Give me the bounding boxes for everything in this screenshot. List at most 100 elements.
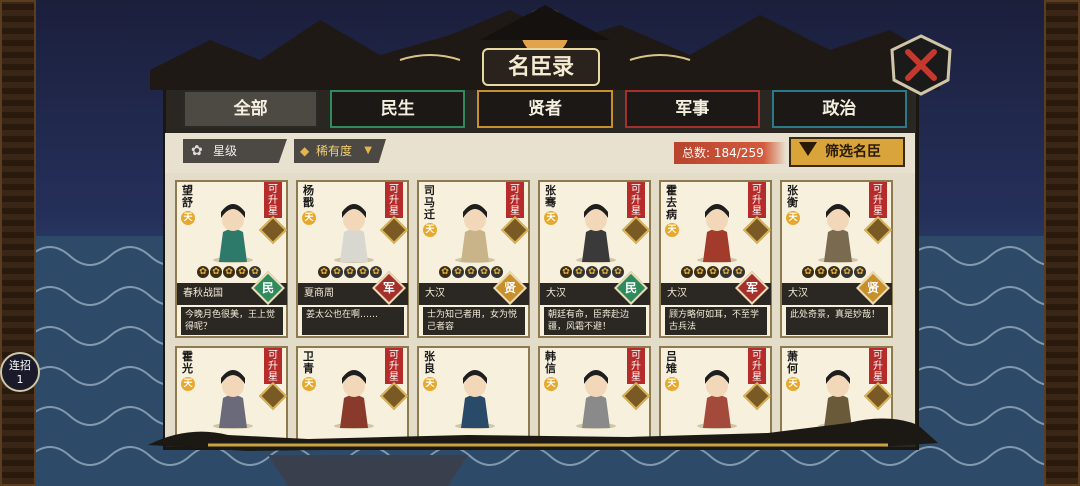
category-label: 民 (261, 281, 274, 295)
tier-badge: 天 (423, 223, 437, 237)
star-icon: ✿ (357, 266, 369, 278)
tab-military[interactable]: 军事 (624, 90, 760, 128)
star-icon: ✿ (854, 266, 866, 278)
tier-badge: 天 (302, 377, 316, 391)
minister-name: 卫青 (303, 350, 314, 375)
star-icon: ✿ (478, 266, 490, 278)
star-icon: ✿ (210, 266, 222, 278)
star-icon: ✿ (439, 266, 451, 278)
minister-quote: 今晚月色很美，王上觉得呢？ (181, 307, 283, 335)
upgradable-star-tag: 可升星 (869, 348, 887, 384)
filter-ministers-button[interactable]: 筛选名臣 (789, 137, 905, 167)
tier-badge: 天 (302, 211, 316, 225)
star-icon: ✿ (586, 266, 598, 278)
minister-name: 萧何 (787, 350, 798, 375)
tier-badge: 天 (665, 377, 679, 391)
minister-card[interactable]: 张衡天 可升星 ✿ ✿ ✿ ✿ ✿ 大汉贤此处奇景，真是妙哉！ (780, 180, 893, 338)
minister-card[interactable]: 司马迁天 可升星 ✿ ✿ ✿ ✿ ✿ 大汉贤士为知己者用，女为悦己者容 (417, 180, 530, 338)
star-icon: ✿ (841, 266, 853, 278)
tier-badge: 天 (544, 211, 558, 225)
rank-emblem-icon (379, 215, 409, 245)
category-tabs: 全部 民生 贤者 军事 政治 (183, 90, 908, 130)
flower-icon: ✿ (191, 143, 203, 159)
star-icon: ✿ (599, 266, 611, 278)
minister-quote: 姜太公也在啊…… (302, 307, 404, 335)
minister-quote: 朝廷有命，臣奔赴边疆，风霜不避！ (544, 307, 646, 335)
star-icon: ✿ (491, 266, 503, 278)
tab-sage[interactable]: 贤者 (477, 90, 613, 128)
floating-island-decoration (148, 418, 938, 486)
upgradable-star-tag: 可升星 (748, 182, 766, 218)
tab-livelihood[interactable]: 民生 (330, 90, 466, 128)
minister-name: 吕雉 (666, 350, 677, 375)
left-border-frame (0, 0, 36, 486)
minister-name: 张良 (424, 350, 435, 375)
tier-badge: 天 (544, 377, 558, 391)
star-icon: ✿ (573, 266, 585, 278)
upgradable-star-tag: 可升星 (385, 348, 403, 384)
star-icon: ✿ (681, 266, 693, 278)
star-icon: ✿ (707, 266, 719, 278)
category-label: 贤 (503, 281, 516, 295)
minister-card[interactable]: 霍去病天 可升星 ✿ ✿ ✿ ✿ ✿ 大汉军顾方略何如耳，不至学古兵法 (659, 180, 772, 338)
minister-card[interactable]: 望舒天 可升星 ✿ ✿ ✿ ✿ ✿ 春秋战国民今晚月色很美，王上觉得呢？ (175, 180, 288, 338)
rarity-filter-dropdown[interactable]: ◆ 稀有度 ▼ (294, 139, 386, 163)
star-icon: ✿ (815, 266, 827, 278)
star-icon: ✿ (802, 266, 814, 278)
minister-name: 韩信 (545, 350, 556, 375)
close-button[interactable] (888, 34, 954, 96)
tier-badge: 天 (786, 211, 800, 225)
diamond-icon: ◆ (300, 144, 310, 158)
tier-badge: 天 (423, 377, 437, 391)
minister-portrait (334, 204, 374, 263)
minister-quote: 士为知己者用，女为悦己者容 (423, 307, 525, 335)
upgradable-star-tag: 可升星 (264, 182, 282, 218)
star-rating: ✿ ✿ ✿ ✿ ✿ (197, 266, 263, 278)
minister-card[interactable]: 张骞天 可升星 ✿ ✿ ✿ ✿ ✿ 大汉民朝廷有命，臣奔赴边疆，风霜不避！ (538, 180, 651, 338)
tier-badge: 天 (786, 377, 800, 391)
minister-name: 杨戬 (303, 184, 314, 209)
rank-emblem-icon (863, 215, 893, 245)
star-icon: ✿ (344, 266, 356, 278)
minister-grid: 望舒天 可升星 ✿ ✿ ✿ ✿ ✿ 春秋战国民今晚月色很美，王上觉得呢？ 杨戬天 可升星 ✿ ✿ ✿… (165, 173, 915, 443)
star-icon: ✿ (612, 266, 624, 278)
category-label: 贤 (866, 281, 879, 295)
page-title: 名臣录 (482, 48, 600, 86)
star-icon: ✿ (223, 266, 235, 278)
star-filter-dropdown[interactable]: ✿ 星级 (183, 139, 287, 163)
combo-count: 1 (16, 373, 24, 386)
upgradable-star-tag: 可升星 (506, 182, 524, 218)
upgradable-star-tag: 可升星 (627, 182, 645, 218)
star-rating: ✿ ✿ ✿ ✿ ✿ (560, 266, 626, 278)
upgradable-star-tag: 可升星 (627, 348, 645, 384)
combo-label: 连招 (9, 359, 31, 372)
total-count: 总数: 184/259 (674, 142, 786, 164)
rank-emblem-icon (621, 215, 651, 245)
star-icon: ✿ (733, 266, 745, 278)
star-icon: ✿ (694, 266, 706, 278)
star-rating: ✿ ✿ ✿ ✿ ✿ (802, 266, 868, 278)
star-filter-label: 星级 (213, 144, 238, 158)
funnel-icon (799, 142, 817, 156)
minister-quote: 顾方略何如耳，不至学古兵法 (665, 307, 767, 335)
star-icon: ✿ (197, 266, 209, 278)
minister-card[interactable]: 杨戬天 可升星 ✿ ✿ ✿ ✿ ✿ 夏商周军姜太公也在啊…… (296, 180, 409, 338)
upgradable-star-tag: 可升星 (264, 348, 282, 384)
star-icon: ✿ (828, 266, 840, 278)
tier-badge: 天 (181, 211, 195, 225)
rank-emblem-icon (742, 215, 772, 245)
combo-counter[interactable]: 连招 1 (0, 352, 40, 392)
rank-emblem-icon (258, 215, 288, 245)
upgradable-star-tag: 可升星 (385, 182, 403, 218)
star-icon: ✿ (236, 266, 248, 278)
right-border-frame (1044, 0, 1080, 486)
star-rating: ✿ ✿ ✿ ✿ ✿ (681, 266, 747, 278)
tab-all[interactable]: 全部 (183, 90, 319, 128)
minister-portrait (455, 204, 495, 263)
minister-name: 霍去病 (666, 184, 677, 221)
minister-portrait (213, 204, 253, 263)
star-icon: ✿ (331, 266, 343, 278)
tab-politics[interactable]: 政治 (771, 90, 908, 128)
star-rating: ✿ ✿ ✿ ✿ ✿ (318, 266, 384, 278)
star-icon: ✿ (318, 266, 330, 278)
